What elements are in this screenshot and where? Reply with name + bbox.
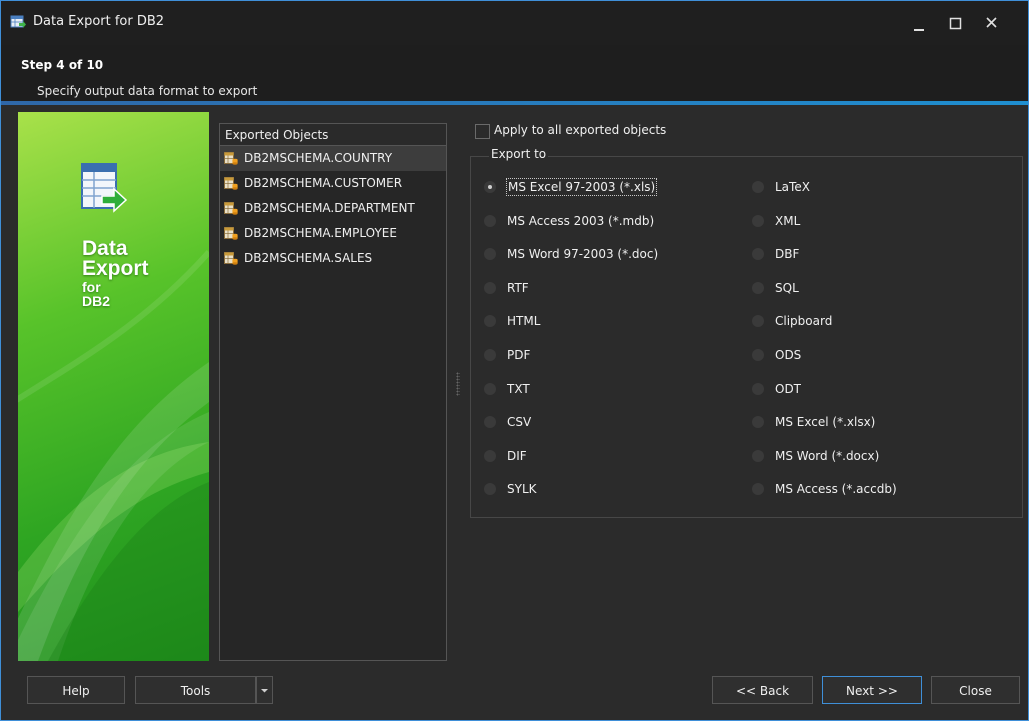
format-label: TXT	[507, 381, 530, 396]
object-name: DB2MSCHEMA.SALES	[244, 251, 373, 265]
list-item[interactable]: DB2MSCHEMA.DEPARTMENT	[220, 196, 446, 221]
back-button[interactable]: << Back	[712, 676, 813, 704]
radio-circle[interactable]	[484, 349, 496, 361]
table-icon	[224, 252, 238, 265]
table-icon	[224, 152, 238, 165]
export-format-group	[470, 156, 1023, 518]
format-label: LaTeX	[775, 180, 810, 194]
maximize-button[interactable]	[937, 7, 973, 39]
close-icon	[986, 17, 997, 28]
format-label: ODT	[775, 381, 802, 396]
format-label: ODS	[775, 348, 802, 362]
step-description: Specify output data format to export	[37, 84, 258, 98]
radio-circle[interactable]	[484, 382, 496, 395]
minimize-icon	[914, 29, 924, 31]
format-label: XML	[775, 213, 801, 228]
banner-title-line-1: Data	[82, 237, 128, 260]
format-label: Clipboard	[775, 314, 833, 329]
export-to-title: Export to	[489, 147, 549, 161]
export-wizard-window: Data Export for DB2 Step 4 of 10 Specify…	[0, 0, 1029, 721]
list-item[interactable]: DB2MSCHEMA.EMPLOYEE	[220, 221, 446, 246]
exported-objects-list[interactable]: Exported Objects DB2MSCHEMA.COUNTRY DB2MS…	[219, 123, 447, 661]
list-item[interactable]: DB2MSCHEMA.SALES	[220, 246, 446, 271]
object-name: DB2MSCHEMA.EMPLOYEE	[244, 226, 397, 240]
list-item[interactable]: DB2MSCHEMA.CUSTOMER	[220, 171, 446, 196]
tools-dropdown-button[interactable]	[256, 676, 273, 704]
chevron-down-icon	[261, 689, 268, 693]
radio-circle[interactable]	[752, 349, 764, 361]
format-label: SQL	[775, 280, 799, 295]
table-icon	[224, 202, 238, 215]
format-label: MS Excel (*.xlsx)	[775, 415, 876, 430]
checkbox-box[interactable]	[475, 124, 490, 139]
title-bar: Data Export for DB2	[1, 1, 1028, 45]
format-label: SYLK	[507, 482, 537, 497]
radio-circle[interactable]	[484, 449, 496, 462]
list-item[interactable]: DB2MSCHEMA.COUNTRY	[220, 146, 446, 171]
table-icon	[224, 227, 238, 240]
format-label: MS Word 97-2003 (*.doc)	[507, 247, 659, 262]
format-label: DIF	[507, 448, 527, 463]
tools-button[interactable]: Tools	[135, 676, 256, 704]
table-icon	[224, 177, 238, 190]
format-label: CSV	[507, 415, 532, 430]
format-label: HTML	[507, 314, 541, 329]
close-button[interactable]: Close	[931, 676, 1020, 704]
radio-circle[interactable]	[752, 181, 764, 193]
step-indicator: Step 4 of 10	[21, 58, 104, 72]
format-label: PDF	[507, 348, 531, 362]
maximize-icon	[949, 17, 962, 30]
radio-circle[interactable]	[752, 382, 764, 395]
table-export-icon	[81, 163, 128, 213]
app-icon	[10, 15, 26, 28]
radio-circle[interactable]	[752, 214, 764, 227]
format-label: MS Access 2003 (*.mdb)	[507, 213, 655, 228]
banner-title-line-2: Export	[82, 257, 149, 280]
help-button[interactable]: Help	[27, 676, 125, 704]
list-header: Exported Objects	[220, 124, 446, 146]
format-label: MS Excel 97-2003 (*.xls)	[506, 178, 658, 196]
radio-circle[interactable]	[752, 449, 764, 462]
radio-circle[interactable]	[752, 281, 764, 294]
banner-title-line-3: for	[82, 279, 101, 295]
radio-circle[interactable]	[484, 181, 496, 193]
splitter-handle[interactable]	[456, 372, 460, 396]
object-name: DB2MSCHEMA.DEPARTMENT	[244, 201, 415, 215]
next-button[interactable]: Next >>	[822, 676, 922, 704]
window-title: Data Export for DB2	[33, 14, 165, 29]
format-label: MS Word (*.docx)	[775, 448, 880, 463]
close-window-button[interactable]	[974, 7, 1010, 39]
radio-circle[interactable]	[484, 214, 496, 227]
format-label: RTF	[507, 280, 529, 295]
wizard-header: Step 4 of 10 Specify output data format …	[1, 45, 1028, 101]
product-banner: Data Export for DB2	[18, 112, 209, 661]
banner-title-line-4: DB2	[82, 293, 111, 309]
format-label: DBF	[775, 247, 800, 262]
object-name: DB2MSCHEMA.CUSTOMER	[244, 176, 403, 190]
format-label: MS Access (*.accdb)	[775, 482, 897, 497]
radio-circle[interactable]	[484, 281, 496, 294]
apply-to-all-label: Apply to all exported objects	[494, 123, 667, 137]
object-name: DB2MSCHEMA.COUNTRY	[244, 151, 393, 165]
header-accent-bar	[1, 101, 1028, 105]
minimize-button[interactable]	[901, 7, 937, 39]
